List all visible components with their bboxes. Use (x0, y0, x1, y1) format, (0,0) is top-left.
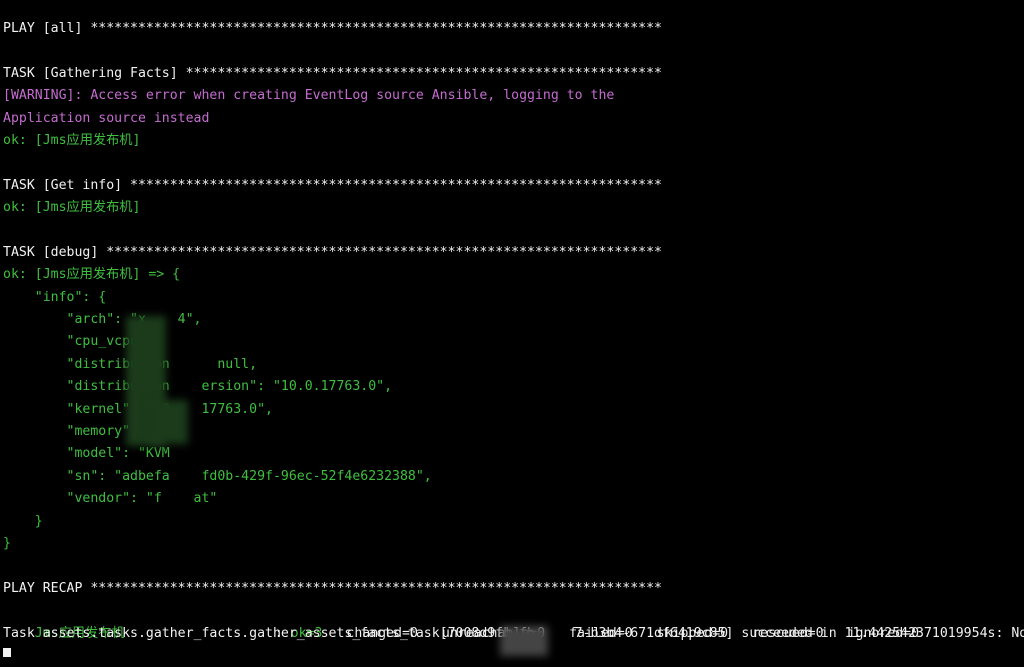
ok-get-info: ok: [Jms应用发布机] (3, 200, 141, 216)
debug-model: "model": "KVM (3, 446, 170, 462)
play-recap-header: PLAY RECAP *****************************… (3, 580, 662, 596)
debug-info-open: "info": { (3, 289, 107, 305)
ok-gathering-facts: ok: [Jms应用发布机] (3, 132, 141, 148)
debug-close: } (3, 535, 11, 551)
redaction-blur (148, 400, 188, 444)
terminal-cursor (3, 648, 11, 657)
debug-vendor: "vendor": "f at" (3, 491, 218, 507)
task-get-info: TASK [Get info] ************************… (3, 177, 662, 193)
play-recap-row: Jms应用发布机: ok=3 changed=0 unreachable=0 fail… (3, 600, 1021, 641)
debug-sn: "sn": "adbefa fd0b-429f-96ec-52f4e623238… (3, 468, 432, 484)
warning-line: [WARNING]: Access error when creating Ev… (3, 88, 615, 104)
play-header: PLAY [all] *****************************… (3, 21, 662, 36)
task-debug: TASK [debug] ***************************… (3, 244, 662, 260)
redaction-blur (500, 626, 548, 656)
debug-info-close: } (3, 513, 43, 529)
task-gathering-facts: TASK [Gathering Facts] *****************… (3, 65, 662, 81)
debug-open: ok: [Jms应用发布机] => { (3, 267, 181, 283)
warning-line-continued: Application source instead (3, 110, 210, 126)
